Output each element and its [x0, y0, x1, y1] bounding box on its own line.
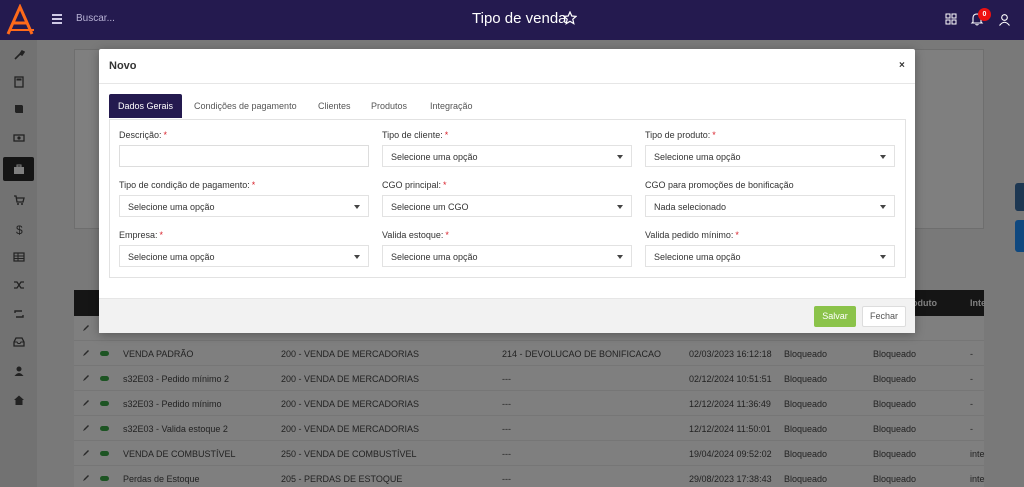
empresa-select[interactable]: Selecione uma opção: [119, 245, 369, 267]
modal-footer: Salvar Fechar: [99, 298, 915, 333]
user-icon[interactable]: [998, 13, 1011, 26]
field-label-valida-pedido: Valida pedido mínimo: *: [645, 230, 739, 240]
top-bar: Buscar... Tipo de venda 0: [0, 0, 1024, 40]
notification-badge: 0: [978, 8, 991, 21]
new-sale-type-modal: Novo × Dados Gerais Condições de pagamen…: [99, 49, 915, 333]
tab-produtos[interactable]: Produtos: [371, 94, 407, 118]
field-label-descricao: Descrição: *: [119, 130, 168, 140]
modal-title: Novo: [109, 60, 137, 72]
star-icon[interactable]: [563, 11, 577, 25]
page-title: Tipo de venda: [472, 10, 567, 27]
tab-condicoes-pagamento[interactable]: Condições de pagamento: [194, 94, 297, 118]
tab-clientes[interactable]: Clientes: [318, 94, 351, 118]
chevron-down-icon: [880, 255, 886, 259]
grid-icon[interactable]: [945, 13, 957, 25]
tab-dados-gerais[interactable]: Dados Gerais: [109, 94, 183, 118]
divider: [99, 83, 915, 84]
descricao-input[interactable]: [119, 145, 369, 167]
close-icon[interactable]: ×: [899, 60, 905, 71]
cgo-bonificacao-select[interactable]: Nada selecionado: [645, 195, 895, 217]
chevron-down-icon: [617, 205, 623, 209]
tipo-cliente-select[interactable]: Selecione uma opção: [382, 145, 632, 167]
valida-estoque-select[interactable]: Selecione uma opção: [382, 245, 632, 267]
search-input[interactable]: Buscar...: [76, 13, 115, 24]
field-label-tipo-produto: Tipo de produto: *: [645, 130, 716, 140]
save-button[interactable]: Salvar: [814, 306, 856, 327]
field-label-cgo-bonificacao: CGO para promoções de bonificação: [645, 180, 794, 190]
chevron-down-icon: [354, 205, 360, 209]
field-label-tipo-cliente: Tipo de cliente: *: [382, 130, 449, 140]
chevron-down-icon: [617, 155, 623, 159]
tipo-condicao-select[interactable]: Selecione uma opção: [119, 195, 369, 217]
field-label-tipo-condicao: Tipo de condição de pagamento: *: [119, 180, 256, 190]
close-button[interactable]: Fechar: [862, 306, 906, 327]
chevron-down-icon: [880, 155, 886, 159]
field-label-cgo-principal: CGO principal: *: [382, 180, 447, 190]
chevron-down-icon: [880, 205, 886, 209]
tipo-produto-select[interactable]: Selecione uma opção: [645, 145, 895, 167]
tab-integracao[interactable]: Integração: [430, 94, 473, 118]
general-data-form: Descrição: * Tipo de cliente: * Selecione …: [109, 119, 906, 278]
menu-icon[interactable]: [51, 13, 63, 25]
chevron-down-icon: [617, 255, 623, 259]
field-label-empresa: Empresa: *: [119, 230, 164, 240]
cgo-principal-select[interactable]: Selecione um CGO: [382, 195, 632, 217]
field-label-valida-estoque: Valida estoque: *: [382, 230, 449, 240]
chevron-down-icon: [354, 255, 360, 259]
app-logo[interactable]: [4, 4, 36, 36]
valida-pedido-select[interactable]: Selecione uma opção: [645, 245, 895, 267]
